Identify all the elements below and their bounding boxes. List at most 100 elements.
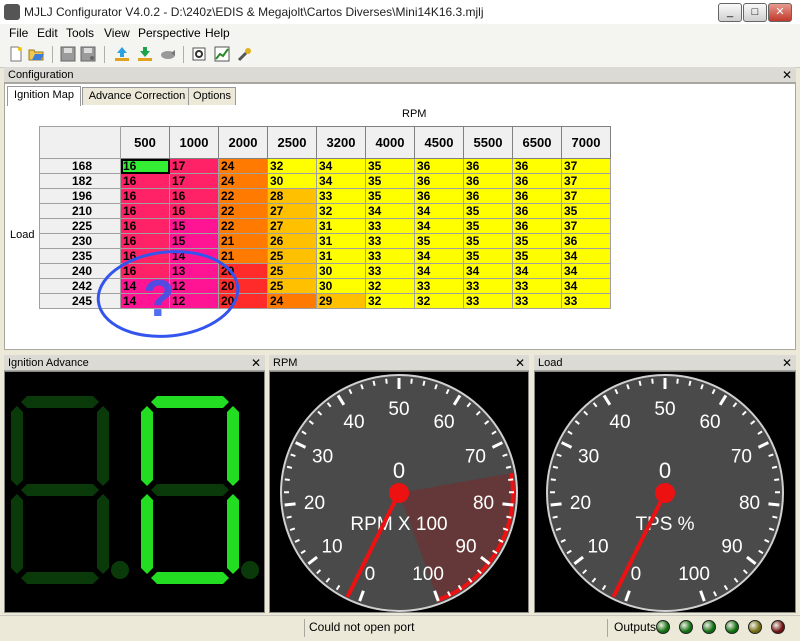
rpm-bin-header[interactable]: 7000 bbox=[562, 127, 611, 159]
map-cell[interactable]: 36 bbox=[562, 234, 611, 249]
load-bin-header[interactable]: 196 bbox=[40, 189, 121, 204]
map-cell[interactable]: 30 bbox=[317, 264, 366, 279]
map-cell[interactable]: 32 bbox=[366, 279, 415, 294]
map-cell[interactable]: 35 bbox=[366, 159, 415, 174]
map-cell[interactable]: 21 bbox=[219, 234, 268, 249]
menu-edit[interactable]: Edit bbox=[37, 26, 58, 40]
save-as-icon[interactable] bbox=[80, 46, 96, 62]
map-cell[interactable]: 35 bbox=[366, 189, 415, 204]
minimize-button[interactable]: _ bbox=[718, 3, 742, 22]
map-cell[interactable]: 36 bbox=[415, 159, 464, 174]
map-cell[interactable]: 36 bbox=[513, 204, 562, 219]
map-cell[interactable]: 16 bbox=[121, 219, 170, 234]
map-cell[interactable]: 26 bbox=[268, 234, 317, 249]
config-icon[interactable] bbox=[191, 46, 207, 62]
menu-perspective[interactable]: Perspective bbox=[138, 26, 201, 40]
map-cell[interactable]: 29 bbox=[317, 294, 366, 309]
map-cell[interactable]: 33 bbox=[317, 189, 366, 204]
menu-tools[interactable]: Tools bbox=[66, 26, 94, 40]
map-cell[interactable]: 16 bbox=[170, 189, 219, 204]
open-folder-icon[interactable] bbox=[28, 46, 44, 62]
map-cell[interactable]: 36 bbox=[464, 189, 513, 204]
close-load-icon[interactable]: ✕ bbox=[782, 355, 792, 371]
download-icon[interactable] bbox=[137, 46, 153, 62]
map-cell[interactable]: 34 bbox=[317, 174, 366, 189]
map-cell[interactable]: 33 bbox=[366, 219, 415, 234]
map-cell[interactable]: 36 bbox=[415, 174, 464, 189]
map-cell[interactable]: 35 bbox=[513, 234, 562, 249]
map-cell[interactable]: 31 bbox=[317, 249, 366, 264]
close-advance-icon[interactable]: ✕ bbox=[251, 355, 261, 371]
rpm-bin-header[interactable]: 5500 bbox=[464, 127, 513, 159]
map-cell[interactable]: 16 bbox=[121, 234, 170, 249]
map-cell[interactable]: 16 bbox=[121, 174, 170, 189]
map-cell[interactable]: 35 bbox=[415, 234, 464, 249]
map-cell[interactable]: 35 bbox=[366, 174, 415, 189]
rpm-bin-header[interactable]: 4500 bbox=[415, 127, 464, 159]
chart-icon[interactable] bbox=[214, 46, 230, 62]
menu-help[interactable]: Help bbox=[205, 26, 230, 40]
rpm-bin-header[interactable]: 6500 bbox=[513, 127, 562, 159]
map-cell[interactable]: 35 bbox=[464, 204, 513, 219]
map-cell[interactable]: 24 bbox=[268, 294, 317, 309]
map-cell[interactable]: 16 bbox=[121, 189, 170, 204]
map-cell[interactable]: 27 bbox=[268, 204, 317, 219]
map-cell[interactable]: 17 bbox=[170, 159, 219, 174]
maximize-button[interactable]: □ bbox=[743, 3, 767, 22]
map-cell[interactable]: 36 bbox=[513, 174, 562, 189]
rpm-bin-header[interactable]: 500 bbox=[121, 127, 170, 159]
map-cell[interactable]: 33 bbox=[464, 294, 513, 309]
menu-file[interactable]: File bbox=[9, 26, 28, 40]
map-cell[interactable]: 36 bbox=[513, 189, 562, 204]
map-cell[interactable]: 34 bbox=[317, 159, 366, 174]
load-bin-header[interactable]: 210 bbox=[40, 204, 121, 219]
map-cell[interactable]: 34 bbox=[562, 279, 611, 294]
map-cell[interactable]: 22 bbox=[219, 219, 268, 234]
close-configuration-icon[interactable]: ✕ bbox=[782, 67, 792, 83]
map-cell[interactable]: 15 bbox=[170, 219, 219, 234]
map-cell[interactable]: 30 bbox=[268, 174, 317, 189]
map-cell[interactable]: 35 bbox=[513, 249, 562, 264]
map-cell[interactable]: 33 bbox=[415, 279, 464, 294]
map-cell[interactable]: 32 bbox=[366, 294, 415, 309]
map-cell[interactable]: 34 bbox=[415, 204, 464, 219]
map-cell[interactable]: 17 bbox=[170, 174, 219, 189]
rpm-bin-header[interactable]: 4000 bbox=[366, 127, 415, 159]
rpm-bin-header[interactable]: 3200 bbox=[317, 127, 366, 159]
map-cell[interactable]: 25 bbox=[268, 264, 317, 279]
upload-icon[interactable] bbox=[114, 46, 130, 62]
map-cell[interactable]: 36 bbox=[464, 174, 513, 189]
map-cell[interactable]: 33 bbox=[464, 279, 513, 294]
load-bin-header[interactable]: 168 bbox=[40, 159, 121, 174]
map-cell[interactable]: 22 bbox=[219, 204, 268, 219]
map-cell[interactable]: 35 bbox=[562, 204, 611, 219]
map-cell[interactable]: 35 bbox=[464, 234, 513, 249]
new-file-icon[interactable] bbox=[8, 46, 24, 62]
map-cell[interactable]: 31 bbox=[317, 219, 366, 234]
map-cell[interactable]: 34 bbox=[415, 249, 464, 264]
map-cell[interactable]: 34 bbox=[513, 264, 562, 279]
map-cell[interactable]: 37 bbox=[562, 174, 611, 189]
map-cell[interactable]: 34 bbox=[464, 264, 513, 279]
rpm-bin-header[interactable]: 2000 bbox=[219, 127, 268, 159]
map-cell[interactable]: 33 bbox=[366, 264, 415, 279]
map-cell[interactable]: 33 bbox=[366, 249, 415, 264]
rpm-bin-header[interactable]: 1000 bbox=[170, 127, 219, 159]
map-cell[interactable]: 33 bbox=[513, 294, 562, 309]
map-cell[interactable]: 35 bbox=[464, 249, 513, 264]
map-cell[interactable]: 36 bbox=[513, 159, 562, 174]
map-cell[interactable]: 37 bbox=[562, 219, 611, 234]
load-bin-header[interactable]: 182 bbox=[40, 174, 121, 189]
map-cell[interactable]: 24 bbox=[219, 174, 268, 189]
map-cell[interactable]: 36 bbox=[513, 219, 562, 234]
map-cell[interactable]: 34 bbox=[415, 264, 464, 279]
map-cell[interactable]: 27 bbox=[268, 219, 317, 234]
load-bin-header[interactable]: 230 bbox=[40, 234, 121, 249]
map-cell[interactable]: 37 bbox=[562, 159, 611, 174]
save-icon[interactable] bbox=[60, 46, 76, 62]
map-cell[interactable]: 15 bbox=[170, 234, 219, 249]
map-cell[interactable]: 33 bbox=[366, 234, 415, 249]
menu-view[interactable]: View bbox=[104, 26, 130, 40]
map-cell[interactable]: 25 bbox=[268, 279, 317, 294]
map-cell[interactable]: 25 bbox=[268, 249, 317, 264]
